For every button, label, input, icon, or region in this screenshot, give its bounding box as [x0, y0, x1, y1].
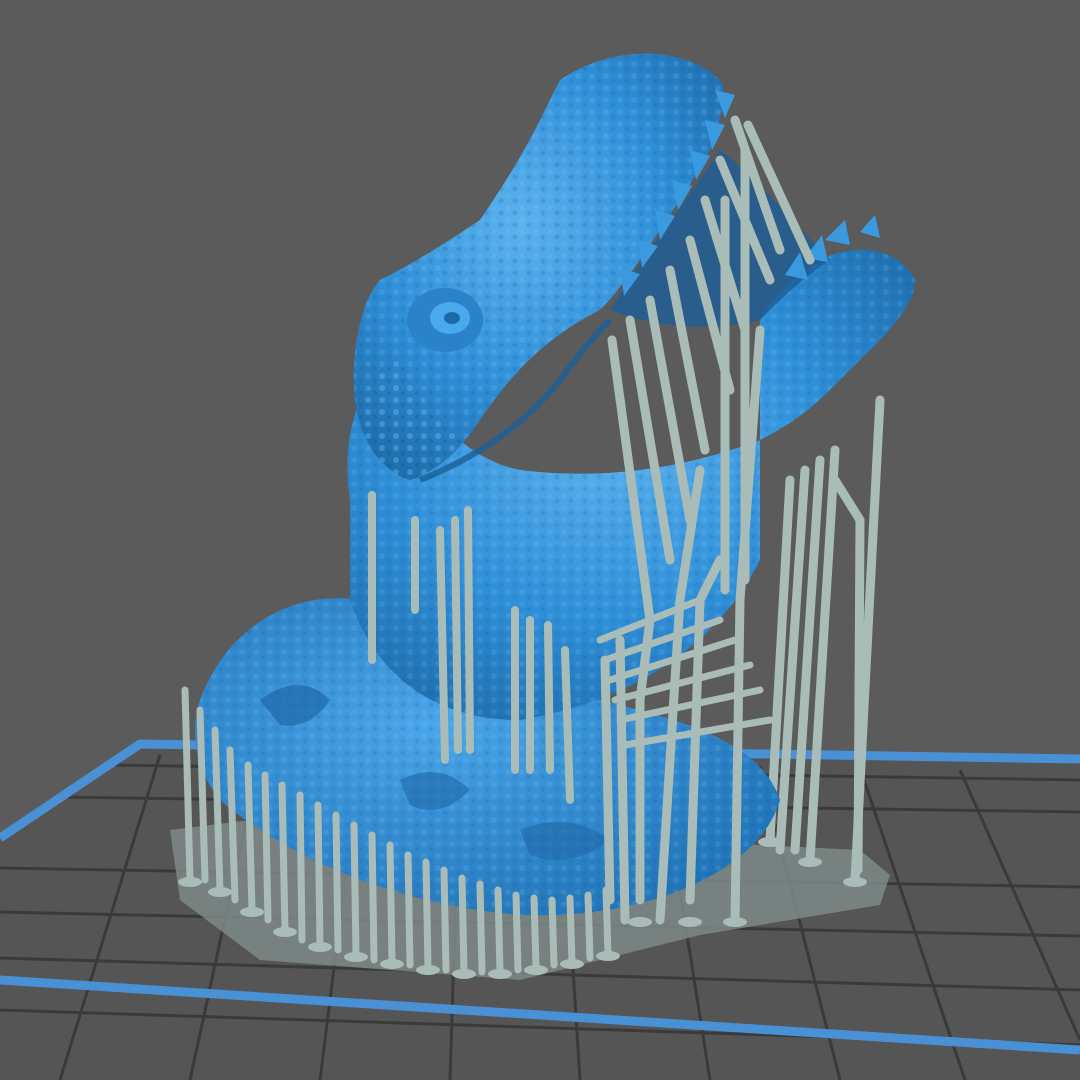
3d-viewport[interactable] [0, 0, 1080, 1080]
model-trex-head [347, 53, 915, 720]
